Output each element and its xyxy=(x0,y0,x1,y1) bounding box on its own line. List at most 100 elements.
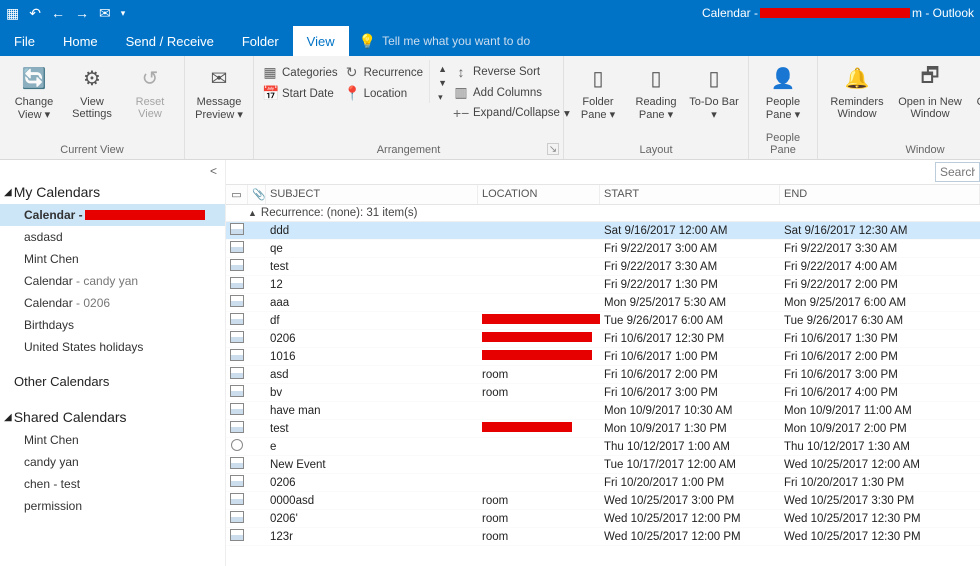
forward-icon[interactable]: → xyxy=(75,5,89,21)
sendrecv-icon[interactable]: ✉ xyxy=(99,5,111,22)
categories-button[interactable]: ▦Categories xyxy=(262,64,338,81)
sidebar-calendar-item[interactable]: permission xyxy=(0,495,225,517)
nav-section-shared-calendars[interactable]: ◢Shared Calendars xyxy=(0,403,225,429)
start-date-button[interactable]: 📅Start Date xyxy=(262,85,338,102)
ribbon: 🔄 Change View ▾ ⚙ View Settings ↺ Reset … xyxy=(0,56,980,160)
location-button[interactable]: 📍Location xyxy=(344,85,423,102)
event-row[interactable]: New EventTue 10/17/2017 12:00 AMWed 10/2… xyxy=(226,456,980,474)
people-pane-button[interactable]: 👤People Pane ▾ xyxy=(757,60,809,121)
subject-cell: asd xyxy=(266,369,478,381)
undo-icon[interactable]: ↶ xyxy=(29,5,41,22)
sidebar-calendar-item[interactable]: Birthdays xyxy=(0,314,225,336)
item-type-icon xyxy=(226,475,248,490)
event-row[interactable]: 0206Fri 10/20/2017 1:00 PMFri 10/20/2017… xyxy=(226,474,980,492)
add-columns-button[interactable]: ▥Add Columns xyxy=(453,84,570,101)
col-icon[interactable]: ▭ xyxy=(226,185,248,204)
end-cell: Fri 9/22/2017 4:00 AM xyxy=(780,261,980,273)
event-row[interactable]: bvroomFri 10/6/2017 3:00 PMFri 10/6/2017… xyxy=(226,384,980,402)
view-settings-button[interactable]: ⚙ View Settings xyxy=(66,60,118,120)
sidebar-calendar-item[interactable]: Mint Chen xyxy=(0,248,225,270)
event-row[interactable]: testMon 10/9/2017 1:30 PMMon 10/9/2017 2… xyxy=(226,420,980,438)
back-icon[interactable]: ← xyxy=(51,5,65,21)
group-label: Window xyxy=(826,142,980,157)
event-row[interactable]: 0206'roomWed 10/25/2017 12:00 PMWed 10/2… xyxy=(226,510,980,528)
col-attachment[interactable]: 📎 xyxy=(248,185,266,204)
tab-file[interactable]: File xyxy=(0,26,49,56)
col-end[interactable]: END xyxy=(780,185,980,204)
event-row[interactable]: 12Fri 9/22/2017 1:30 PMFri 9/22/2017 2:0… xyxy=(226,276,980,294)
sidebar-calendar-item[interactable]: United States holidays xyxy=(0,336,225,358)
reminders-window-button[interactable]: 🔔Reminders Window xyxy=(826,60,888,120)
collapse-nav-icon[interactable]: < xyxy=(0,164,225,178)
end-cell: Thu 10/12/2017 1:30 AM xyxy=(780,441,980,453)
item-type-icon xyxy=(226,259,248,274)
message-preview-button[interactable]: ✉ Message Preview ▾ xyxy=(193,60,245,121)
item-type-icon xyxy=(226,223,248,238)
col-start[interactable]: START xyxy=(600,185,780,204)
lightbulb-icon: 💡 xyxy=(359,33,376,50)
tab-sendreceive[interactable]: Send / Receive xyxy=(112,26,228,56)
nav-section-other-calendars[interactable]: Other Calendars xyxy=(0,368,225,393)
nav-section-my-calendars[interactable]: ◢My Calendars xyxy=(0,178,225,204)
sidebar-calendar-item[interactable]: Calendar - 0206 xyxy=(0,292,225,314)
item-type-icon xyxy=(226,439,248,454)
event-row[interactable]: 123rroomWed 10/25/2017 12:00 PMWed 10/25… xyxy=(226,528,980,546)
sidebar-calendar-item[interactable]: asdasd xyxy=(0,226,225,248)
event-row[interactable]: qeFri 9/22/2017 3:00 AMFri 9/22/2017 3:3… xyxy=(226,240,980,258)
recurrence-button[interactable]: ↻Recurrence xyxy=(344,64,423,81)
tab-home[interactable]: Home xyxy=(49,26,112,56)
close-all-items-button[interactable]: ⊗Close All Items xyxy=(972,60,980,120)
reset-view-button[interactable]: ↺ Reset View xyxy=(124,60,176,120)
main-area: < ◢My Calendars Calendar - asdasdMint Ch… xyxy=(0,160,980,566)
group-label: Current View xyxy=(8,142,176,157)
item-type-icon xyxy=(226,511,248,526)
event-row[interactable]: aaaMon 9/25/2017 5:30 AMMon 9/25/2017 6:… xyxy=(226,294,980,312)
sidebar-calendar-item[interactable]: candy yan xyxy=(0,451,225,473)
tab-view[interactable]: View xyxy=(293,26,349,56)
change-view-icon: 🔄 xyxy=(18,62,50,94)
event-row[interactable]: dfTue 9/26/2017 6:00 AMTue 9/26/2017 6:3… xyxy=(226,312,980,330)
event-row[interactable]: asdroomFri 10/6/2017 2:00 PMFri 10/6/201… xyxy=(226,366,980,384)
col-subject[interactable]: SUBJECT xyxy=(266,185,478,204)
reading-pane-button[interactable]: ▯Reading Pane ▾ xyxy=(630,60,682,121)
event-row[interactable]: have manMon 10/9/2017 10:30 AMMon 10/9/2… xyxy=(226,402,980,420)
end-cell: Mon 10/9/2017 2:00 PM xyxy=(780,423,980,435)
expand-collapse-button[interactable]: +−Expand/Collapse ▾ xyxy=(453,105,570,121)
folder-pane-button[interactable]: ▯Folder Pane ▾ xyxy=(572,60,624,121)
start-cell: Fri 9/22/2017 3:30 AM xyxy=(600,261,780,273)
change-view-button[interactable]: 🔄 Change View ▾ xyxy=(8,60,60,121)
sidebar-calendar-item[interactable]: Calendar - candy yan xyxy=(0,270,225,292)
group-label xyxy=(193,142,245,157)
event-row[interactable]: 0000asdroomWed 10/25/2017 3:00 PMWed 10/… xyxy=(226,492,980,510)
search-input[interactable] xyxy=(935,162,980,182)
col-location[interactable]: LOCATION xyxy=(478,185,600,204)
redacted-account xyxy=(760,8,910,18)
new-window-icon: 🗗 xyxy=(914,62,946,94)
sidebar-calendar-item[interactable]: chen - test xyxy=(0,473,225,495)
subject-cell: 1016 xyxy=(266,351,478,363)
event-row[interactable]: testFri 9/22/2017 3:30 AMFri 9/22/2017 4… xyxy=(226,258,980,276)
sidebar-calendar-item[interactable]: Calendar - xyxy=(0,204,225,226)
start-cell: Wed 10/25/2017 12:00 PM xyxy=(600,531,780,543)
event-row[interactable]: eThu 10/12/2017 1:00 AMThu 10/12/2017 1:… xyxy=(226,438,980,456)
columns-icon: ▥ xyxy=(453,84,469,101)
tell-me[interactable]: 💡 Tell me what you want to do xyxy=(349,26,531,56)
dialog-launcher-icon[interactable]: ↘ xyxy=(547,143,559,155)
item-type-icon xyxy=(226,529,248,544)
start-cell: Mon 10/9/2017 1:30 PM xyxy=(600,423,780,435)
reverse-sort-button[interactable]: ↕Reverse Sort xyxy=(453,64,570,80)
event-row[interactable]: dddSat 9/16/2017 12:00 AMSat 9/16/2017 1… xyxy=(226,222,980,240)
group-row[interactable]: ▲Recurrence: (none): 31 item(s) xyxy=(226,205,980,222)
sidebar-calendar-item[interactable]: Mint Chen xyxy=(0,429,225,451)
qat-icon[interactable]: ▦ xyxy=(6,5,19,22)
tab-folder[interactable]: Folder xyxy=(228,26,293,56)
todo-bar-button[interactable]: ▯To-Do Bar ▾ xyxy=(688,60,740,121)
navigation-pane: < ◢My Calendars Calendar - asdasdMint Ch… xyxy=(0,160,226,566)
event-row[interactable]: 1016Fri 10/6/2017 1:00 PMFri 10/6/2017 2… xyxy=(226,348,980,366)
open-new-window-button[interactable]: 🗗Open in New Window xyxy=(894,60,966,120)
ribbon-tabs: File Home Send / Receive Folder View 💡 T… xyxy=(0,26,980,56)
qat-dropdown-icon[interactable]: ▾ xyxy=(121,8,126,19)
event-row[interactable]: 0206Fri 10/6/2017 12:30 PMFri 10/6/2017 … xyxy=(226,330,980,348)
subject-cell: qe xyxy=(266,243,478,255)
redacted xyxy=(482,350,592,360)
